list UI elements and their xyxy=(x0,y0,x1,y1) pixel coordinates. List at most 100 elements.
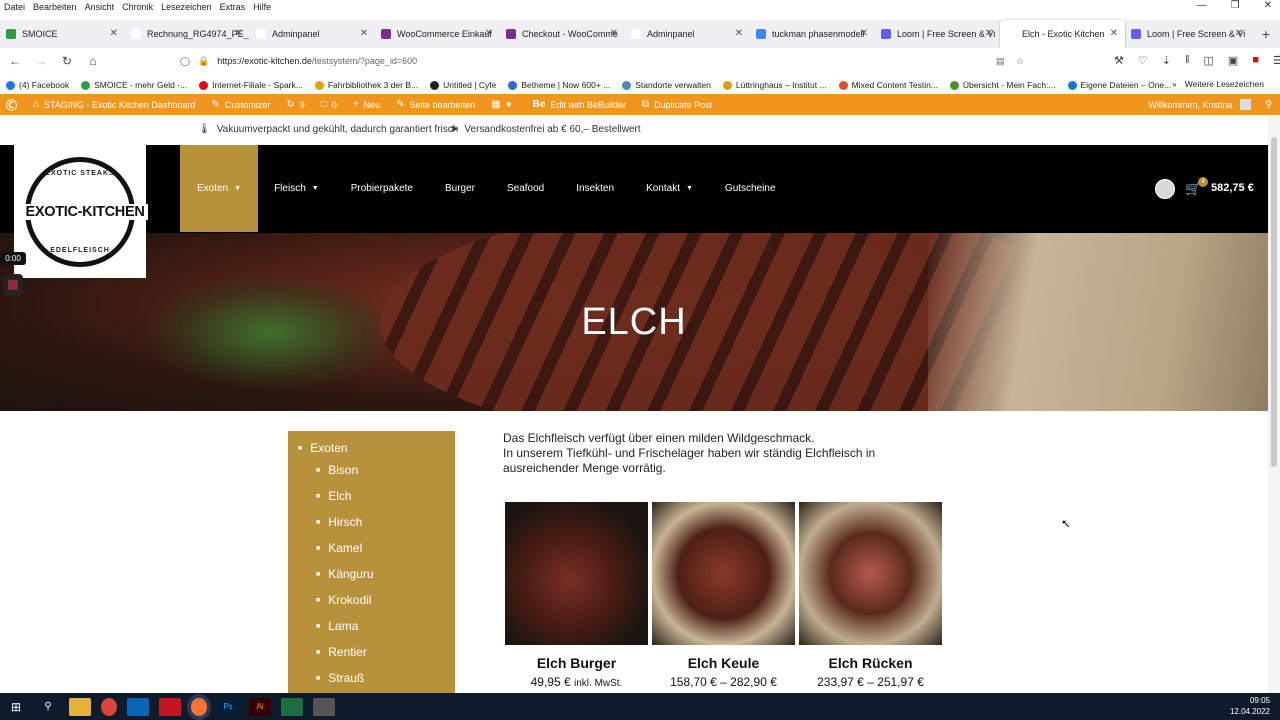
chevron-double-icon[interactable]: » xyxy=(1172,79,1177,89)
category-item[interactable]: ■ Krokodil xyxy=(288,587,455,613)
scroll-thumb[interactable] xyxy=(1271,137,1277,467)
file-explorer-icon[interactable] xyxy=(69,697,91,716)
loom-stop-button[interactable] xyxy=(3,274,23,296)
tab-close-icon[interactable]: ✕ xyxy=(610,28,618,39)
wp-misc-icons[interactable]: ▦ ● xyxy=(491,99,517,110)
product-card[interactable]: Elch Burger 49,95 € inkl. MwSt. xyxy=(505,502,648,689)
category-heading[interactable]: ■ Exoten xyxy=(288,439,455,457)
new-tab-icon[interactable]: + xyxy=(1262,26,1270,42)
hamburger-menu-icon[interactable]: ☰ xyxy=(1273,54,1280,67)
wp-duplicate[interactable]: ⧉ Duplicate Post xyxy=(642,99,712,110)
calculator-icon[interactable] xyxy=(313,697,335,716)
back-icon[interactable]: ← xyxy=(4,54,26,68)
bookmark-item[interactable]: SMOICE - mehr Geld -... xyxy=(81,80,187,90)
tab-close-icon[interactable]: ✕ xyxy=(485,28,493,39)
search-icon[interactable]: ⚲ xyxy=(1265,99,1272,110)
cart-total[interactable]: 582,75 € xyxy=(1211,182,1254,194)
tab-close-icon[interactable]: ✕ xyxy=(1110,28,1118,39)
category-item[interactable]: ■ Bison xyxy=(288,457,455,483)
nav-item[interactable]: Fleisch ▼ xyxy=(258,145,335,232)
download-icon[interactable]: ⇣ xyxy=(1162,54,1171,67)
bookmark-item[interactable]: Untitled | Cyfe xyxy=(430,80,496,90)
category-item[interactable]: ■ Rentier xyxy=(288,639,455,665)
wp-welcome[interactable]: Willkommen, Kristina xyxy=(1148,100,1232,110)
page-scrollbar[interactable] xyxy=(1268,115,1280,693)
browser-tab[interactable]: Loom | Free Screen & Vi ✕ xyxy=(1125,20,1250,48)
product-card[interactable]: Elch Keule 158,70 € – 282,90 € xyxy=(652,502,795,689)
category-item[interactable]: ■ Lama xyxy=(288,613,455,639)
tab-close-icon[interactable]: ✕ xyxy=(735,28,743,39)
wp-customizer[interactable]: ✎ Customizer xyxy=(211,99,270,110)
menu-hilfe[interactable]: Hilfe xyxy=(253,2,271,12)
bookmark-item[interactable]: Betheme | Now 600+ ... xyxy=(508,80,610,90)
windows-start-icon[interactable]: ⊞ xyxy=(5,698,27,716)
product-name[interactable]: Elch Keule xyxy=(652,655,795,671)
product-image[interactable] xyxy=(799,502,942,645)
reload-icon[interactable]: ↻ xyxy=(56,54,78,68)
menu-extras[interactable]: Extras xyxy=(220,2,246,12)
bookmark-item[interactable]: Übersicht - Mein Fach:... xyxy=(949,80,1056,90)
nav-item[interactable]: Kontakt ▼ xyxy=(630,145,709,232)
nav-item[interactable]: Gutscheine xyxy=(709,145,792,232)
wrench-icon[interactable]: ⚒ xyxy=(1114,54,1124,67)
product-name[interactable]: Elch Burger xyxy=(505,655,648,671)
browser-tab[interactable]: Checkout - WooComme ✕ xyxy=(500,20,625,48)
browser-tab[interactable]: Adminpanel ✕ xyxy=(250,20,375,48)
browser-tab[interactable]: WooCommerce Einkauf ✕ xyxy=(375,20,500,48)
home-icon[interactable]: ⌂ xyxy=(82,54,104,68)
wp-edit-page[interactable]: ✎ Seite bearbeiten xyxy=(396,99,475,110)
category-item[interactable]: ■ Elch xyxy=(288,483,455,509)
extension-icon[interactable]: ■ xyxy=(1252,54,1259,67)
tab-close-icon[interactable]: ✕ xyxy=(110,28,118,39)
tab-close-icon[interactable]: ✕ xyxy=(235,28,243,39)
bookmark-item[interactable]: Internet-Filiale - Spark... xyxy=(199,80,303,90)
close-window-icon[interactable]: ✕ xyxy=(1264,0,1272,18)
firefox-icon[interactable] xyxy=(191,697,207,716)
bookmark-item[interactable]: Lüttringhaus – Institut ... xyxy=(722,80,827,90)
wp-site-link[interactable]: ⌂ STAGING - Exotic Kitchen Dashboard xyxy=(33,99,195,110)
menu-lesezeichen[interactable]: Lesezeichen xyxy=(161,2,212,12)
menu-datei[interactable]: Datei xyxy=(4,2,25,12)
star-icon[interactable]: ☆ xyxy=(1016,56,1024,67)
tab-close-icon[interactable]: ✕ xyxy=(1235,28,1243,39)
pocket-icon[interactable]: ♡ xyxy=(1138,54,1148,67)
product-name[interactable]: Elch Rücken xyxy=(799,655,942,671)
product-image[interactable] xyxy=(652,502,795,645)
product-card[interactable]: Elch Rücken 233,97 € – 251,97 € xyxy=(799,502,942,689)
category-item[interactable]: ■ Kamel xyxy=(288,535,455,561)
bookmark-item[interactable]: Eigene Dateien – One... xyxy=(1067,80,1171,90)
nav-item[interactable]: Seafood xyxy=(491,145,560,232)
category-item[interactable]: ■ Hirsch xyxy=(288,509,455,535)
user-avatar-icon[interactable] xyxy=(1240,99,1252,110)
other-bookmarks[interactable]: Weitere Lesezeichen xyxy=(1185,79,1264,89)
forward-icon[interactable]: → xyxy=(30,54,52,68)
sidebar-icon[interactable]: ◫ xyxy=(1204,54,1214,67)
nav-item[interactable]: Insekten xyxy=(560,145,630,232)
browser-tab[interactable]: tuckman phasenmodell ✕ xyxy=(750,20,875,48)
product-image[interactable] xyxy=(505,502,648,645)
excel-icon[interactable] xyxy=(281,697,303,716)
bookmark-item[interactable]: Standorte verwalten xyxy=(622,80,711,90)
category-item[interactable]: ■ Känguru xyxy=(288,561,455,587)
minimize-icon[interactable]: — xyxy=(1197,0,1207,18)
wp-comments[interactable]: □ 0 xyxy=(321,99,337,110)
menu-bearbeiten[interactable]: Bearbeiten xyxy=(33,2,77,12)
chrome-icon[interactable] xyxy=(101,697,117,716)
illustrator-icon[interactable]: Ai xyxy=(249,697,271,716)
nav-item[interactable]: Probierpakete xyxy=(335,145,429,232)
outlook-icon[interactable] xyxy=(127,697,149,716)
site-logo[interactable]: EXOTIC STEAKS EXOTIC-KITCHEN EDELFLEISCH xyxy=(14,145,148,278)
acrobat-icon[interactable] xyxy=(159,697,181,716)
wp-updates[interactable]: ↻ 9 xyxy=(286,99,304,110)
tab-close-icon[interactable]: ✕ xyxy=(985,28,993,39)
tab-close-icon[interactable]: ✕ xyxy=(860,28,868,39)
menu-chronik[interactable]: Chronik xyxy=(122,2,153,12)
menu-ansicht[interactable]: Ansicht xyxy=(85,2,115,12)
browser-tab[interactable]: Elch - Exotic Kitchen ✕ xyxy=(1000,20,1125,48)
url-bar[interactable]: ◯ 🔒 https://exotic-kitchen.de/testsystem… xyxy=(180,52,1030,70)
browser-tab[interactable]: Loom | Free Screen & Vi ✕ xyxy=(875,20,1000,48)
nav-item[interactable]: Exoten ▼ xyxy=(180,145,259,232)
search-taskbar-icon[interactable]: ⚲ xyxy=(37,698,59,716)
browser-tab[interactable]: Rechnung_RG4974_PE_Mass✕ xyxy=(125,20,250,48)
bookmark-item[interactable]: Mixed Content Testin... xyxy=(838,80,938,90)
